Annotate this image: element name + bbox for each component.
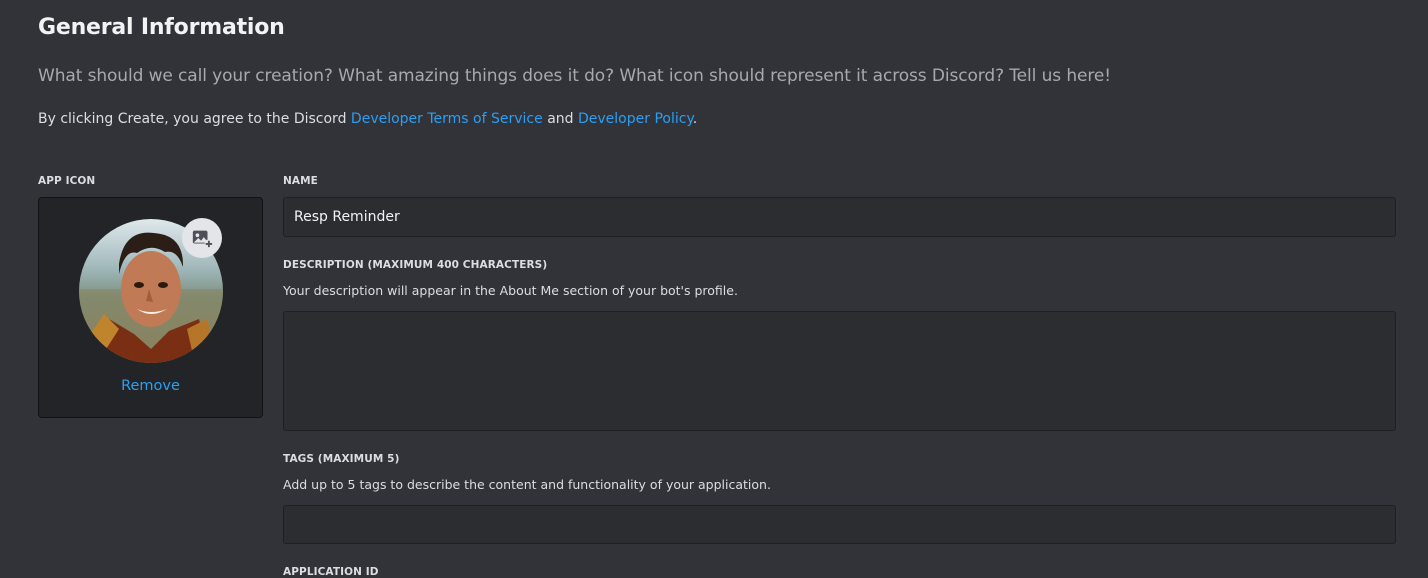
- page-subtitle: What should we call your creation? What …: [38, 66, 1111, 86]
- app-icon-box: Remove: [38, 197, 263, 418]
- description-textarea[interactable]: [284, 312, 1395, 430]
- name-input[interactable]: [284, 198, 1395, 236]
- description-field: [283, 311, 1396, 431]
- name-label: NAME: [283, 175, 318, 187]
- page-title: General Information: [38, 15, 285, 40]
- add-image-icon: [192, 230, 213, 249]
- agree-suffix: .: [692, 111, 698, 127]
- developer-policy-link[interactable]: Developer Policy: [578, 111, 693, 127]
- tags-field: [283, 505, 1396, 544]
- remove-icon-link[interactable]: Remove: [39, 378, 262, 394]
- app-icon-label: APP ICON: [38, 175, 96, 187]
- application-id-label: APPLICATION ID: [283, 566, 379, 578]
- tags-label: TAGS (MAXIMUM 5): [283, 453, 400, 465]
- description-help: Your description will appear in the Abou…: [283, 283, 738, 298]
- description-label: DESCRIPTION (MAXIMUM 400 CHARACTERS): [283, 259, 548, 271]
- tags-input[interactable]: [284, 506, 1395, 543]
- developer-terms-link[interactable]: Developer Terms of Service: [351, 111, 543, 127]
- name-field: [283, 197, 1396, 237]
- tags-help: Add up to 5 tags to describe the content…: [283, 477, 771, 492]
- agree-middle: and: [542, 111, 578, 127]
- agree-prefix: By clicking Create, you agree to the Dis…: [38, 111, 351, 127]
- terms-agreement: By clicking Create, you agree to the Dis…: [38, 111, 697, 127]
- upload-image-button[interactable]: [182, 218, 222, 258]
